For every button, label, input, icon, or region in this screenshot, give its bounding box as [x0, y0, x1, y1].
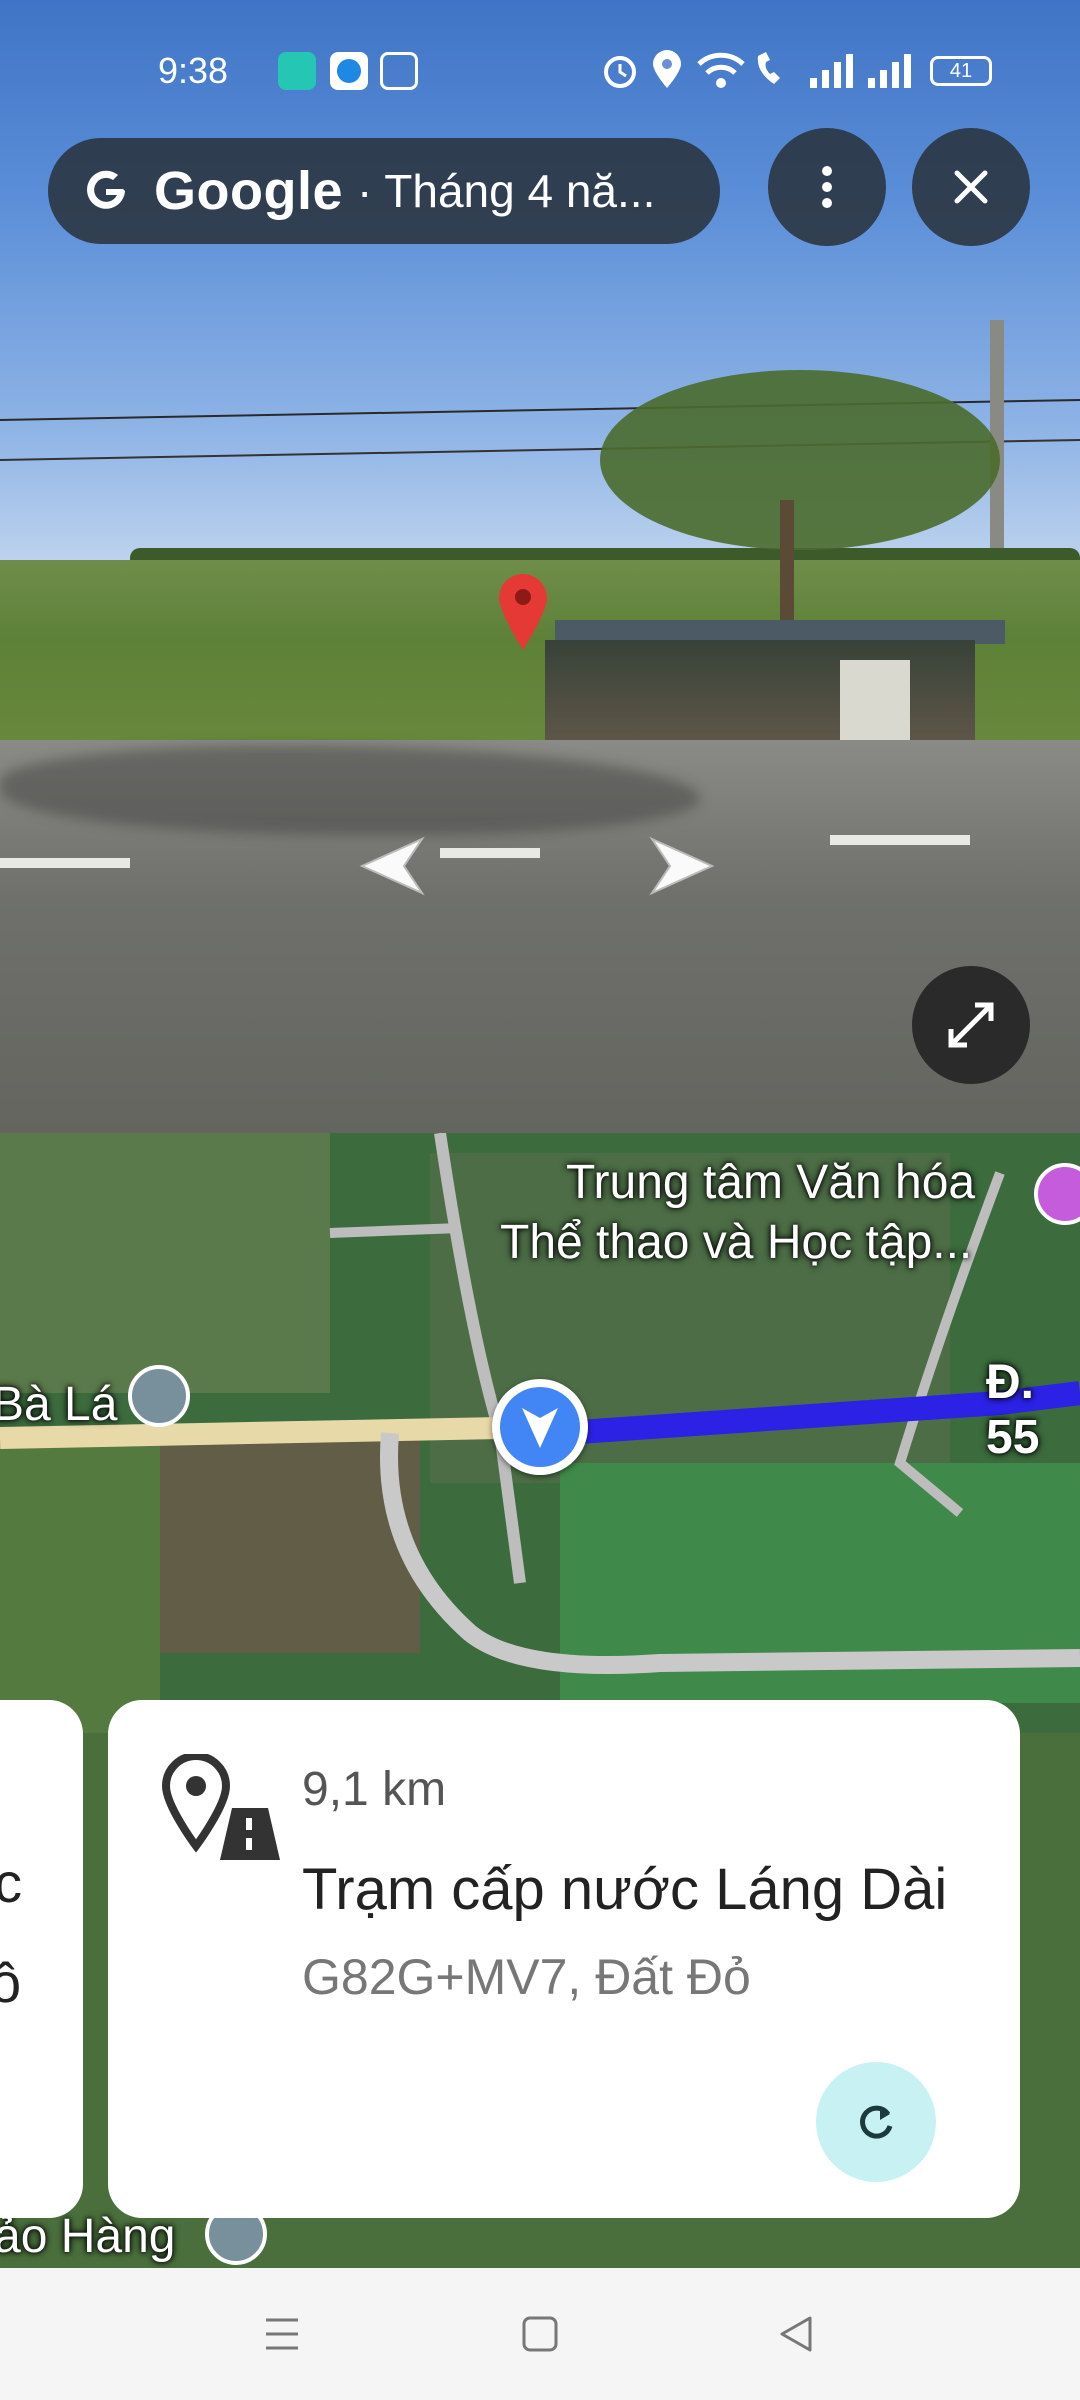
wifi-calling-icon — [757, 52, 780, 84]
signal-icon — [810, 54, 853, 88]
home-icon[interactable] — [520, 2314, 560, 2354]
brand-title: Google — [154, 161, 343, 221]
map-label-road[interactable]: Đ. 55 — [986, 1355, 1080, 1465]
more-vertical-icon — [822, 166, 832, 208]
navigation-arrow-icon — [500, 1387, 580, 1467]
signal-icon-2 — [868, 54, 911, 88]
map-label-culture-center-1[interactable]: Trung tâm Văn hóa — [566, 1155, 975, 1210]
place-name: Trạm cấp nước Láng Dài — [302, 1857, 948, 1922]
card-edge-text: c — [0, 1851, 22, 1914]
place-road-icon — [161, 1754, 280, 1860]
app-notification-icon — [278, 52, 316, 90]
status-time: 9:38 — [158, 50, 229, 91]
current-location-marker[interactable] — [492, 1379, 588, 1475]
app-notification-icon-2 — [330, 52, 368, 90]
back-icon[interactable] — [776, 2314, 816, 2354]
wifi-icon — [697, 52, 745, 88]
map-label-culture-center-2[interactable]: Thể thao và Học tập... — [500, 1215, 972, 1270]
lane-marking — [440, 848, 540, 858]
lane-marking — [0, 858, 130, 868]
previous-place-card[interactable]: c ồ — [0, 1700, 83, 2218]
lane-marking — [830, 835, 970, 845]
arrow-left-icon[interactable] — [352, 835, 432, 897]
bridge-marker-icon[interactable] — [128, 1365, 190, 1427]
smiley-icon — [380, 52, 418, 90]
expand-button[interactable] — [912, 966, 1030, 1084]
location-pin-icon — [499, 574, 547, 650]
street-view-title-bar[interactable]: Google · Tháng 4 nă... — [48, 138, 720, 244]
tree-canopy — [600, 370, 1000, 550]
alarm-icon — [604, 56, 636, 88]
more-options-button[interactable] — [768, 128, 886, 246]
roadside-stall — [545, 640, 975, 740]
google-g-icon — [76, 161, 136, 221]
close-button[interactable] — [912, 128, 1030, 246]
refresh-button[interactable] — [816, 2062, 936, 2182]
place-distance: 9,1 km — [302, 1763, 447, 1816]
imagery-date: · Tháng 4 nă... — [357, 165, 656, 217]
stall-cabinet — [840, 660, 910, 740]
arrow-right-icon[interactable] — [642, 835, 722, 897]
map-label-ba-la[interactable]: Bà Lá — [0, 1377, 117, 1432]
status-bar: 9:38 41 — [0, 0, 1080, 140]
battery-icon: 41 — [930, 56, 992, 86]
battery-level: 41 — [949, 59, 973, 82]
card-edge-text-2: ồ — [0, 1951, 22, 2014]
recent-apps-icon[interactable] — [262, 2314, 302, 2354]
expand-icon — [948, 1002, 994, 1048]
place-address: G82G+MV7, Đất Đỏ — [302, 1949, 751, 2005]
close-icon — [954, 170, 988, 204]
system-navigation-bar — [0, 2268, 1080, 2400]
refresh-icon — [860, 2105, 893, 2139]
location-icon — [653, 50, 681, 88]
